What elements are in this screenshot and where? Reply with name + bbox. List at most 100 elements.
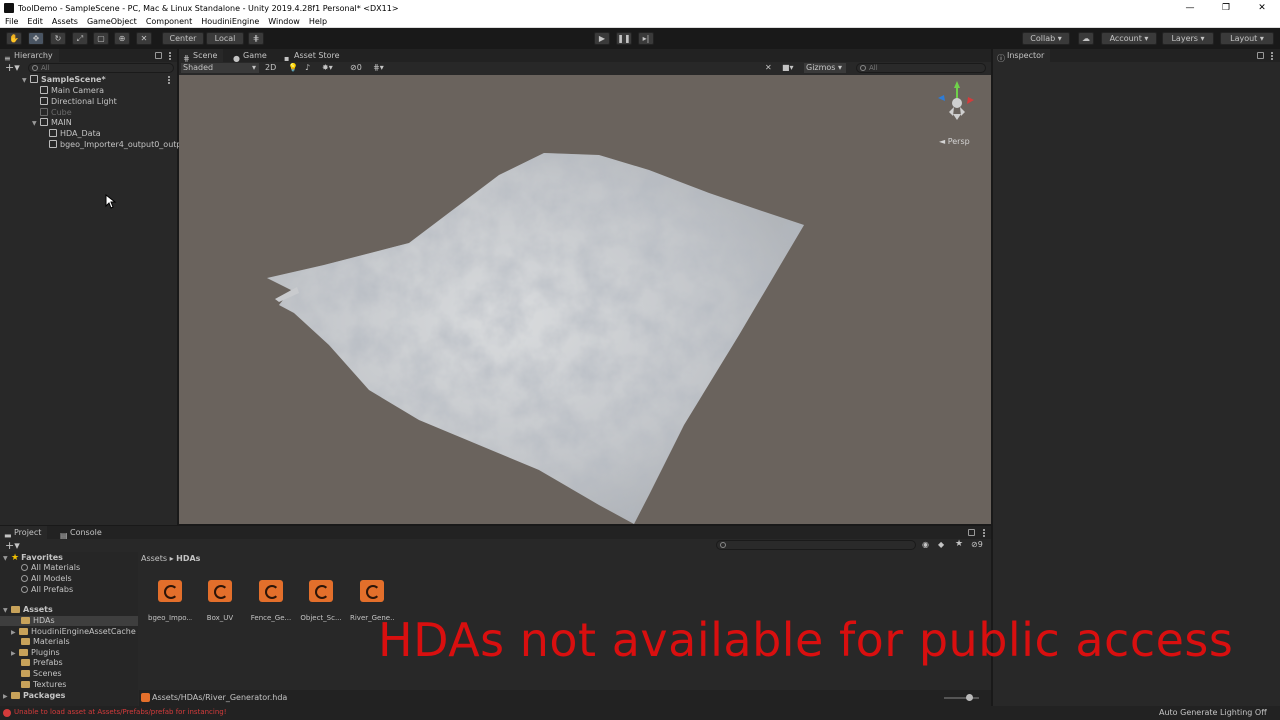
hierarchy-item-main-camera[interactable]: Main Camera [40, 85, 104, 96]
assets-header[interactable]: ▼ Assets [3, 605, 53, 615]
folder-scenes[interactable]: Scenes [21, 669, 62, 679]
close-button[interactable]: ✕ [1244, 0, 1280, 16]
audio-toggle-icon[interactable]: ♪ [305, 63, 310, 73]
tab-inspector[interactable]: ⓘ Inspector [993, 49, 1051, 63]
kebab-menu-icon[interactable] [1271, 52, 1273, 60]
scene-gizmo-icon[interactable] [931, 78, 981, 128]
expand-arrow-icon[interactable]: ▶ [11, 649, 19, 659]
persp-label[interactable]: ◄ Persp [939, 137, 970, 146]
expand-arrow-icon[interactable]: ▼ [22, 75, 30, 86]
hidden-packages-icon[interactable]: ⊘9 [971, 540, 983, 549]
scene-kebab-icon[interactable] [168, 76, 170, 84]
hierarchy-item-bgeo-importer[interactable]: bgeo_Importer4_output0_outpu [49, 139, 187, 150]
asset-item[interactable]: Fence_Ge... [249, 580, 293, 622]
folder-textures[interactable]: Textures [21, 680, 66, 690]
breadcrumb-hdas[interactable]: HDAs [176, 554, 200, 563]
play-button-icon[interactable]: ▶ [594, 32, 610, 45]
account-dropdown[interactable]: Account ▾ [1101, 32, 1157, 45]
menu-help[interactable]: Help [309, 17, 327, 26]
lock-icon[interactable] [968, 529, 975, 536]
terrain-mesh[interactable] [179, 75, 991, 524]
asset-item[interactable]: Object_Sc... [299, 580, 343, 622]
folder-plugins[interactable]: ▶ Plugins [11, 648, 60, 658]
packages-header[interactable]: ▶ Packages [3, 691, 65, 701]
rect-tool-icon[interactable]: ▢ [93, 32, 109, 45]
expand-arrow-icon[interactable]: ▼ [32, 118, 40, 129]
gizmos-dropdown[interactable]: Gizmos ▾ [804, 63, 846, 73]
shading-mode-dropdown[interactable]: Shaded ▾ [181, 63, 259, 73]
project-search-input[interactable] [716, 540, 916, 550]
expand-arrow-icon[interactable]: ▶ [3, 692, 11, 702]
grid-dropdown-icon[interactable]: ⋕▾ [373, 63, 384, 73]
tab-asset-store[interactable]: ▪ Asset Store [280, 49, 346, 63]
slider-handle[interactable] [966, 694, 973, 701]
tab-console[interactable]: ▤ Console [56, 526, 108, 540]
asset-item[interactable]: bgeo_Impo... [148, 580, 192, 622]
favorite-all-materials[interactable]: All Materials [21, 563, 80, 573]
lighting-toggle-icon[interactable]: 💡 [288, 63, 298, 73]
auto-lighting-status[interactable]: Auto Generate Lighting Off [1159, 708, 1267, 717]
breadcrumb-assets[interactable]: Assets [141, 554, 167, 563]
folder-houdiniengineassetcache[interactable]: ▶ HoudiniEngineAssetCache [11, 627, 136, 637]
custom-tool-icon[interactable]: ✕ [136, 32, 152, 45]
rotate-tool-icon[interactable]: ↻ [50, 32, 66, 45]
layout-dropdown[interactable]: Layout ▾ [1220, 32, 1274, 45]
menu-gameobject[interactable]: GameObject [87, 17, 137, 26]
favorite-all-prefabs[interactable]: All Prefabs [21, 585, 73, 595]
camera-dropdown-icon[interactable]: ■▾ [782, 63, 794, 73]
hierarchy-item-hda-data[interactable]: HDA_Data [49, 128, 101, 139]
menu-assets[interactable]: Assets [52, 17, 78, 26]
kebab-menu-icon[interactable] [169, 52, 171, 60]
cloud-icon[interactable]: ☁ [1078, 32, 1094, 45]
filter-by-label-icon[interactable]: ◆ [938, 540, 944, 549]
scene-root-row[interactable]: ▼ SampleScene* [22, 74, 106, 85]
2d-toggle-button[interactable]: 2D [265, 63, 276, 73]
hierarchy-item-main[interactable]: ▼ MAIN [32, 117, 72, 128]
asset-item[interactable]: Box_UV [198, 580, 242, 622]
hierarchy-search-input[interactable]: All [28, 63, 174, 73]
scene-search-input[interactable]: All [856, 63, 986, 73]
menu-edit[interactable]: Edit [27, 17, 43, 26]
grid-snap-icon[interactable]: ⋕ [248, 32, 264, 45]
layers-dropdown[interactable]: Layers ▾ [1162, 32, 1214, 45]
lock-icon[interactable] [155, 52, 162, 59]
create-asset-plus-icon[interactable]: +▾ [5, 540, 20, 551]
scene-viewport[interactable]: ◄ Persp [179, 75, 991, 524]
expand-arrow-icon[interactable]: ▶ [11, 628, 19, 638]
expand-arrow-icon[interactable]: ▼ [3, 606, 11, 616]
filter-by-type-icon[interactable]: ◉ [922, 540, 929, 549]
menu-file[interactable]: File [5, 17, 18, 26]
hierarchy-item-directional-light[interactable]: Directional Light [40, 96, 117, 107]
transform-tool-icon[interactable]: ⊕ [114, 32, 130, 45]
folder-materials[interactable]: Materials [21, 637, 70, 647]
restore-button[interactable]: ❐ [1208, 0, 1244, 16]
lock-icon[interactable] [1257, 52, 1264, 59]
menu-component[interactable]: Component [146, 17, 192, 26]
pivot-local-button[interactable]: Local [206, 32, 244, 45]
icon-size-slider[interactable] [944, 694, 979, 701]
scale-tool-icon[interactable]: ⤢ [72, 32, 88, 45]
hidden-objects-icon[interactable]: ⊘0 [350, 63, 362, 73]
pivot-center-button[interactable]: Center [162, 32, 204, 45]
create-plus-icon[interactable]: +▾ [5, 62, 20, 73]
minimize-button[interactable]: — [1172, 0, 1208, 16]
menu-window[interactable]: Window [268, 17, 300, 26]
expand-arrow-icon[interactable]: ▼ [3, 554, 11, 564]
effects-dropdown-icon[interactable]: ✸▾ [322, 63, 333, 73]
move-tool-icon[interactable]: ✥ [28, 32, 44, 45]
folder-prefabs[interactable]: Prefabs [21, 658, 63, 668]
favorite-star-icon[interactable]: ★ [955, 539, 963, 549]
menu-houdiniengine[interactable]: HoudiniEngine [201, 17, 259, 26]
favorites-header[interactable]: ▼ ★ Favorites [3, 553, 63, 563]
tab-game[interactable]: ● Game [229, 49, 273, 63]
status-error-message[interactable]: Unable to load asset at Assets/Prefabs/p… [14, 708, 227, 716]
collab-button[interactable]: Collab ▾ [1022, 32, 1070, 45]
step-button-icon[interactable]: ▸| [638, 32, 654, 45]
tab-scene[interactable]: ⋕ Scene [179, 49, 224, 63]
hand-tool-icon[interactable]: ✋ [6, 32, 22, 45]
kebab-menu-icon[interactable] [983, 529, 985, 537]
tools-icon[interactable]: ✕ [765, 63, 772, 73]
tab-project[interactable]: ▬ Project [0, 526, 48, 540]
folder-hdas[interactable]: HDAs [0, 616, 138, 626]
favorite-all-models[interactable]: All Models [21, 574, 72, 584]
